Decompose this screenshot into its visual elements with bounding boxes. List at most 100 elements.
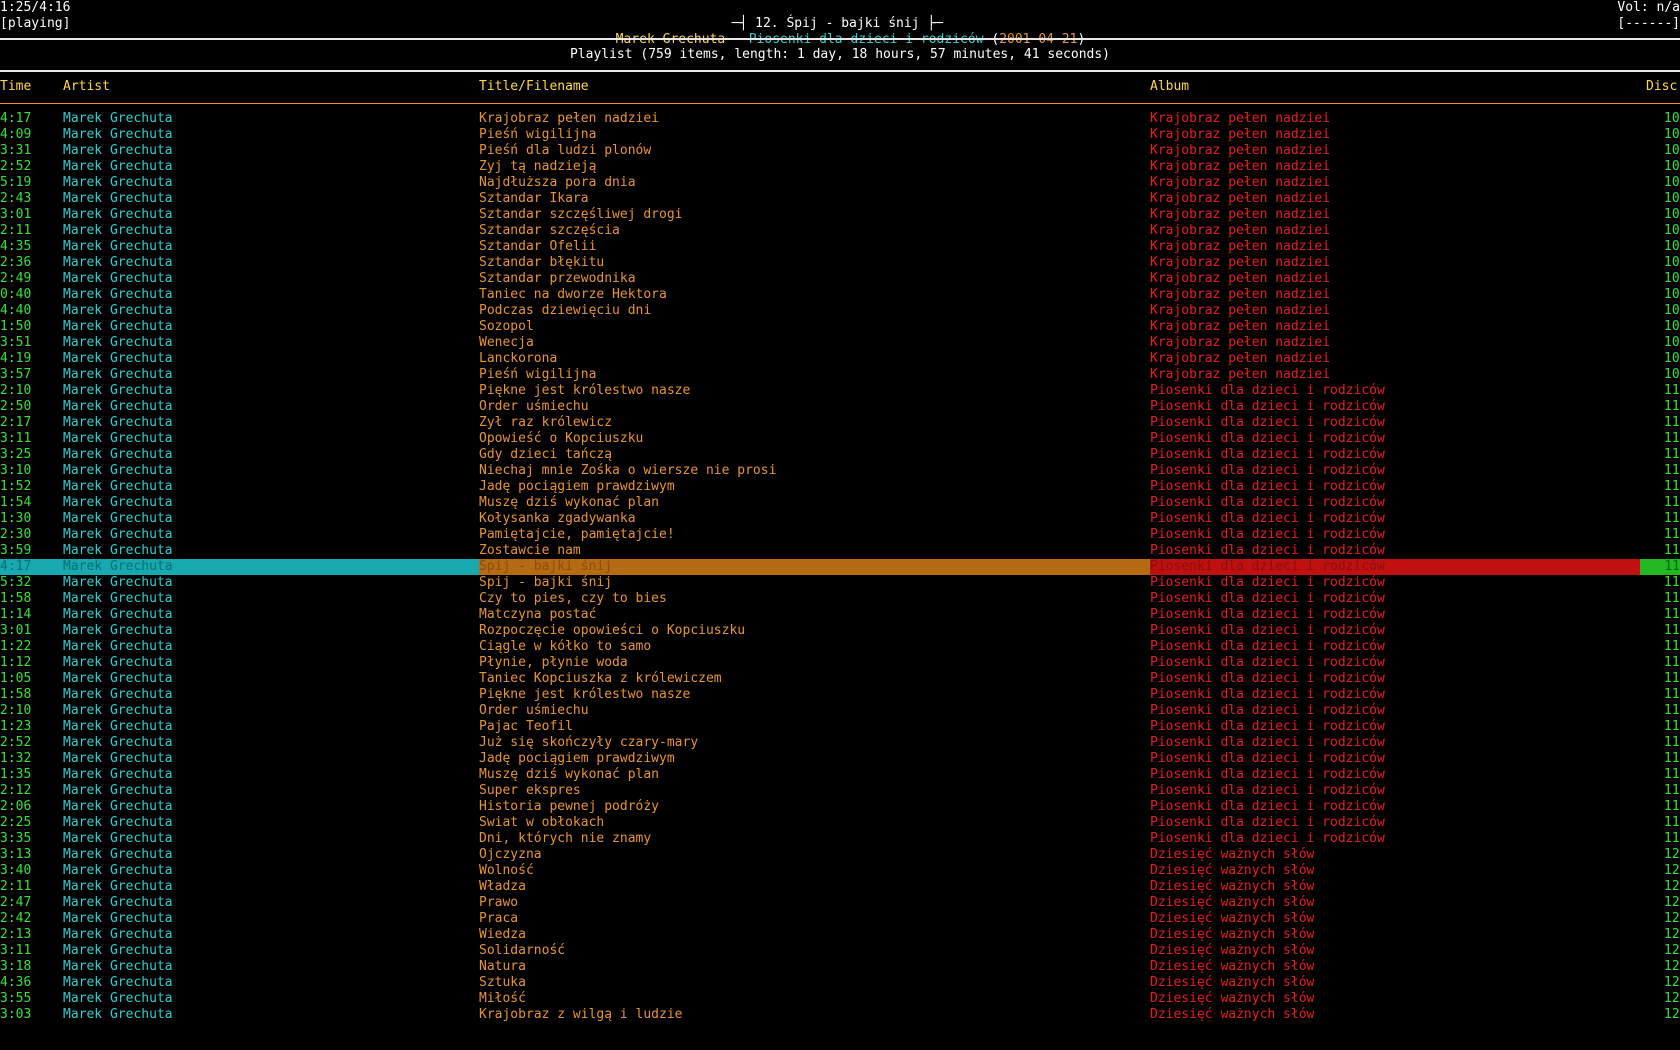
playlist-row[interactable]: 1:30 Marek Grechuta Kołysanka zgadywanka Pi…: [0, 511, 1680, 527]
row-time: 3:31: [0, 143, 32, 158]
row-time: 4:09: [0, 127, 32, 142]
row-album: Piosenki dla dzieci i rodziców: [1150, 799, 1385, 814]
playlist-row[interactable]: 2:17 Marek Grechuta Żył raz królewicz Piose…: [0, 415, 1680, 431]
row-artist: Marek Grechuta: [63, 191, 173, 206]
playlist-row[interactable]: 2:12 Marek Grechuta Super ekspres Piosenki …: [0, 783, 1680, 799]
playlist-row[interactable]: 3:25 Marek Grechuta Gdy dzieci tańczą Piose…: [0, 447, 1680, 463]
playlist-row[interactable]: 1:05 Marek Grechuta Taniec Kopciuszka z kr…: [0, 671, 1680, 687]
row-time: 2:11: [0, 879, 32, 894]
volume-bar[interactable]: [------]: [1617, 16, 1680, 32]
row-disc: 10: [1664, 367, 1680, 382]
playlist-row[interactable]: 3:11 Marek Grechuta Opowieść o Kopciuszku P…: [0, 431, 1680, 447]
row-artist: Marek Grechuta: [63, 863, 173, 878]
playlist-row[interactable]: 3:11 Marek Grechuta Solidarność Dziesięć wa…: [0, 943, 1680, 959]
row-title: Taniec na dworze Hektora: [479, 287, 667, 302]
playlist-row[interactable]: 1:22 Marek Grechuta Ciągle w kółko to samo…: [0, 639, 1680, 655]
playlist-row[interactable]: 2:25 Marek Grechuta Świat w obłokach Piosen…: [0, 815, 1680, 831]
row-disc: 12: [1664, 879, 1680, 894]
row-title: Dni, których nie znamy: [479, 831, 652, 846]
row-time: 2:10: [0, 703, 32, 718]
playlist-row[interactable]: 2:52 Marek Grechuta Żyj tą nadzieją Krajobr…: [0, 159, 1680, 175]
header-separator: [0, 70, 1680, 72]
row-time: 2:47: [0, 895, 32, 910]
playlist-row[interactable]: 3:01 Marek Grechuta Rozpoczęcie opowieści …: [0, 623, 1680, 639]
playlist-row[interactable]: 3:18 Marek Grechuta Natura Dziesięć ważnych…: [0, 959, 1680, 975]
playlist-row[interactable]: 1:12 Marek Grechuta Płynie, płynie woda Pio…: [0, 655, 1680, 671]
playlist-row[interactable]: 4:36 Marek Grechuta Sztuka Dziesięć ważnych…: [0, 975, 1680, 991]
playlist-row[interactable]: 1:50 Marek Grechuta Sozopol Krajobraz pełen…: [0, 319, 1680, 335]
row-time: 4:17: [0, 111, 32, 126]
playlist-row[interactable]: 1:58 Marek Grechuta Piękne jest królestwo …: [0, 687, 1680, 703]
playlist-row[interactable]: 3:59 Marek Grechuta Zostawcie nam Piosenki …: [0, 543, 1680, 559]
playlist-row-selected[interactable]: 4:17 Marek Grechuta Śpij - bajki śnij Piose…: [0, 559, 1680, 575]
playlist-row[interactable]: 1:54 Marek Grechuta Muszę dziś wykonać pla…: [0, 495, 1680, 511]
playlist-row[interactable]: 1:32 Marek Grechuta Jadę pociągiem prawdzi…: [0, 751, 1680, 767]
row-time: 1:22: [0, 639, 32, 654]
row-album: Krajobraz pełen nadziei: [1150, 367, 1331, 382]
playlist-row[interactable]: 2:11 Marek Grechuta Sztandar szczęścia Kraj…: [0, 223, 1680, 239]
playlist-row[interactable]: 3:55 Marek Grechuta Miłość Dziesięć ważnych…: [0, 991, 1680, 1007]
row-disc: 11: [1664, 383, 1680, 398]
playlist-row[interactable]: 2:10 Marek Grechuta Order uśmiechu Piosenki…: [0, 703, 1680, 719]
column-header-disc[interactable]: Disc: [1646, 79, 1677, 95]
row-time: 2:50: [0, 399, 32, 414]
playlist-row[interactable]: 2:42 Marek Grechuta Praca Dziesięć ważnych …: [0, 911, 1680, 927]
playlist-row[interactable]: 3:35 Marek Grechuta Dni, których nie znamy…: [0, 831, 1680, 847]
row-title: Piękne jest królestwo nasze: [479, 687, 691, 702]
row-disc: 10: [1664, 239, 1680, 254]
playlist-row[interactable]: 0:40 Marek Grechuta Taniec na dworze Hekto…: [0, 287, 1680, 303]
row-disc: 10: [1664, 255, 1680, 270]
playlist-row[interactable]: 2:10 Marek Grechuta Piękne jest królestwo …: [0, 383, 1680, 399]
playlist-row[interactable]: 2:50 Marek Grechuta Order uśmiechu Piosenki…: [0, 399, 1680, 415]
column-header-title[interactable]: Title/Filename: [479, 79, 589, 95]
playlist-row[interactable]: 3:51 Marek Grechuta Wenecja Krajobraz pełen…: [0, 335, 1680, 351]
playlist-row[interactable]: 1:23 Marek Grechuta Pajac Teofil Piosenki d…: [0, 719, 1680, 735]
playlist-row[interactable]: 4:35 Marek Grechuta Sztandar Ofelii Krajobr…: [0, 239, 1680, 255]
column-header-album[interactable]: Album: [1150, 79, 1189, 95]
playlist-row[interactable]: 2:06 Marek Grechuta Historia pewnej podróż…: [0, 799, 1680, 815]
playlist-row[interactable]: 2:52 Marek Grechuta Już się skończyły czar…: [0, 735, 1680, 751]
row-disc: 11: [1664, 495, 1680, 510]
row-time: 3:13: [0, 847, 32, 862]
row-time: 3:01: [0, 623, 32, 638]
playlist-row[interactable]: 2:43 Marek Grechuta Sztandar Ikara Krajobra…: [0, 191, 1680, 207]
playlist-row[interactable]: 2:11 Marek Grechuta Władza Dziesięć ważnych…: [0, 879, 1680, 895]
playlist-row[interactable]: 1:35 Marek Grechuta Muszę dziś wykonać pla…: [0, 767, 1680, 783]
playlist-row[interactable]: 1:52 Marek Grechuta Jadę pociągiem prawdzi…: [0, 479, 1680, 495]
playlist-row[interactable]: 5:32 Marek Grechuta Śpij - bajki śnij Piose…: [0, 575, 1680, 591]
row-disc: 12: [1664, 1007, 1680, 1022]
playlist-row[interactable]: 3:01 Marek Grechuta Sztandar szczęśliwej d…: [0, 207, 1680, 223]
playlist-row[interactable]: 3:13 Marek Grechuta Ojczyzna Dziesięć ważny…: [0, 847, 1680, 863]
row-artist: Marek Grechuta: [63, 127, 173, 142]
column-header-time[interactable]: Time: [0, 79, 31, 95]
row-title: Jadę pociągiem prawdziwym: [479, 751, 675, 766]
row-artist: Marek Grechuta: [63, 927, 173, 942]
playlist-row[interactable]: 2:30 Marek Grechuta Pamiętajcie, pamiętajc…: [0, 527, 1680, 543]
row-artist: Marek Grechuta: [63, 1007, 173, 1022]
playlist-row[interactable]: 3:10 Marek Grechuta Niechaj mnie Zośka o w…: [0, 463, 1680, 479]
playlist-row[interactable]: 4:19 Marek Grechuta Lanckorona Krajobraz pe…: [0, 351, 1680, 367]
row-time: 3:18: [0, 959, 32, 974]
playlist-row[interactable]: 1:58 Marek Grechuta Czy to pies, czy to bi…: [0, 591, 1680, 607]
playlist-row[interactable]: 1:14 Marek Grechuta Matczyna postać Piosenk…: [0, 607, 1680, 623]
playlist-row[interactable]: 5:19 Marek Grechuta Najdłuższa pora dnia Kr…: [0, 175, 1680, 191]
playlist-row[interactable]: 2:13 Marek Grechuta Wiedza Dziesięć ważnych…: [0, 927, 1680, 943]
playlist-row[interactable]: 2:49 Marek Grechuta Sztandar przewodnika Kr…: [0, 271, 1680, 287]
row-album: Piosenki dla dzieci i rodziców: [1150, 831, 1385, 846]
playlist-row[interactable]: 4:40 Marek Grechuta Podczas dziewięciu dni…: [0, 303, 1680, 319]
playlist-row[interactable]: 4:17 Marek Grechuta Krajobraz pełen nadzie…: [0, 111, 1680, 127]
playlist-row[interactable]: 3:57 Marek Grechuta Pieśń wigilijna Krajobr…: [0, 367, 1680, 383]
playlist-row[interactable]: 3:03 Marek Grechuta Krajobraz z wilgą i lu…: [0, 1007, 1680, 1023]
row-title: Muszę dziś wykonać plan: [479, 767, 660, 782]
row-artist: Marek Grechuta: [63, 431, 173, 446]
playlist-row[interactable]: 2:47 Marek Grechuta Prawo Dziesięć ważnych …: [0, 895, 1680, 911]
column-header-artist[interactable]: Artist: [63, 79, 110, 95]
row-title: Żyj tą nadzieją: [479, 159, 597, 174]
progress-bar[interactable]: ========================================…: [0, 1023, 1680, 1039]
playlist-row[interactable]: 2:36 Marek Grechuta Sztandar błękitu Krajob…: [0, 255, 1680, 271]
row-artist: Marek Grechuta: [63, 719, 173, 734]
playlist-row[interactable]: 3:40 Marek Grechuta Wolność Dziesięć ważnyc…: [0, 863, 1680, 879]
playlist-row[interactable]: 4:09 Marek Grechuta Pieśń wigilijna Krajobr…: [0, 127, 1680, 143]
playlist-row[interactable]: 3:31 Marek Grechuta Pieśń dla ludzi plonów…: [0, 143, 1680, 159]
row-title: Pamiętajcie, pamiętajcie!: [479, 527, 675, 542]
